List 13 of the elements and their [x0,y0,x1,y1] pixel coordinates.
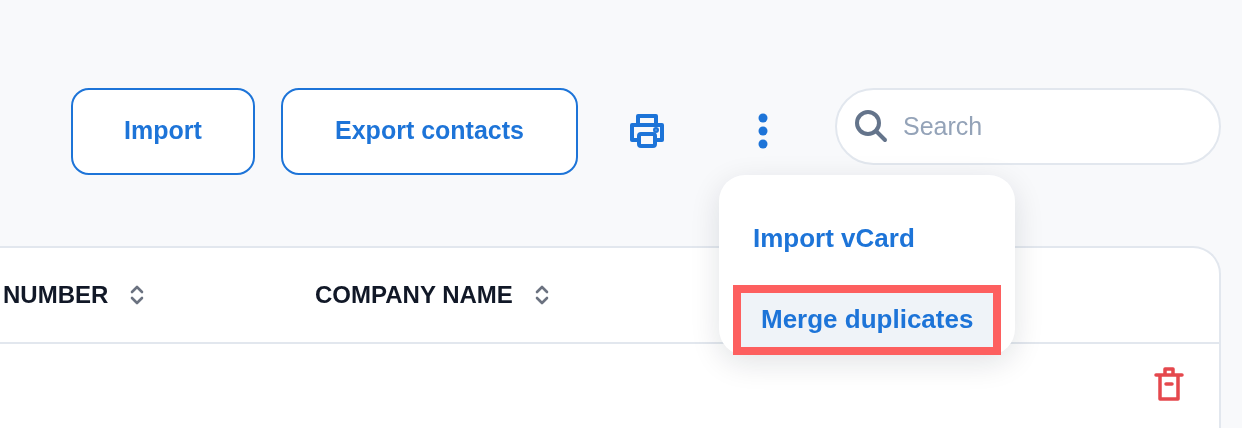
search-icon [853,108,889,144]
import-button[interactable]: Import [71,87,255,175]
sort-icon[interactable] [534,284,549,306]
column-header: NUMBER [3,280,109,310]
column-header: COMPANY NAME [315,280,513,310]
more-icon[interactable] [758,113,768,149]
menu-item[interactable]: Import vCard [733,205,1001,273]
menu-item[interactable]: Merge duplicates [733,284,1001,355]
export-button[interactable]: Export contacts [281,87,578,175]
trash-icon[interactable] [1153,366,1185,402]
search-field[interactable]: Search [835,88,1221,165]
sort-icon[interactable] [130,284,145,306]
printer-icon[interactable] [628,113,666,149]
